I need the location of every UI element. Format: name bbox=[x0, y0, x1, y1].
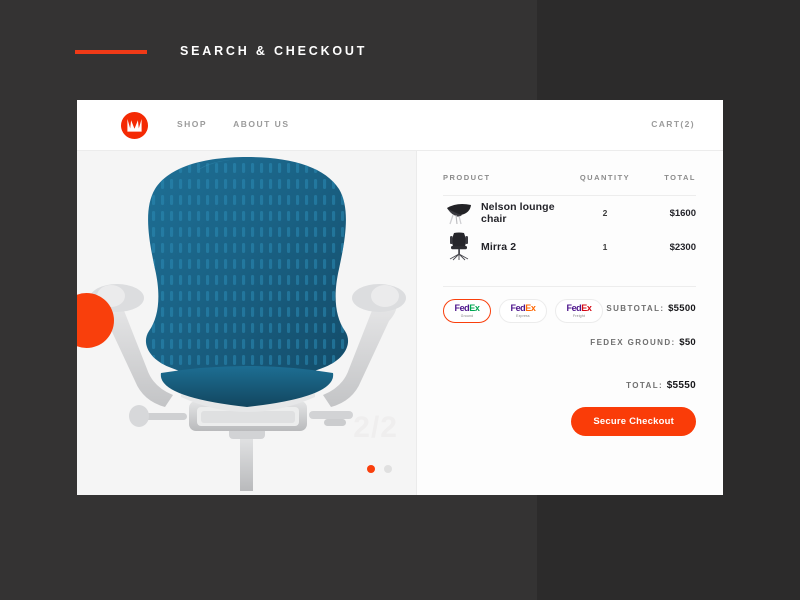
nelson-lounge-chair-thumb-icon bbox=[443, 198, 475, 228]
card-body: 2/2 PRODUCT QUANTITY TOTAL Nelson lounge… bbox=[77, 151, 723, 495]
nav-links: SHOP ABOUT US bbox=[177, 119, 289, 129]
herman-miller-logo-icon[interactable] bbox=[121, 112, 148, 139]
fedex-word-ex: Ex bbox=[525, 302, 536, 313]
cart-pane: PRODUCT QUANTITY TOTAL Nelson lounge cha… bbox=[417, 151, 722, 495]
site-navbar: SHOP ABOUT US CART(2) bbox=[77, 100, 723, 151]
nav-link-shop[interactable]: SHOP bbox=[177, 119, 207, 129]
shipping-option-sublabel: Freight bbox=[573, 314, 585, 319]
cart-summary-divider bbox=[443, 286, 696, 287]
shipping-options: FedEx Ground FedEx Express FedEx Freight bbox=[443, 299, 603, 323]
shipping-label: FEDEX GROUND: bbox=[590, 338, 676, 347]
cart-item-quantity: 2 bbox=[602, 208, 608, 218]
gallery-dot-1[interactable] bbox=[367, 465, 375, 473]
cart-summary: FedEx Ground FedEx Express FedEx Freight… bbox=[417, 299, 722, 436]
slide-counter: 2/2 bbox=[353, 411, 398, 444]
subtotal-value: $5500 bbox=[668, 303, 696, 314]
cart-item-total: $2300 bbox=[669, 241, 696, 253]
banner-accent-rule bbox=[75, 50, 147, 54]
column-header-quantity: QUANTITY bbox=[579, 173, 631, 182]
shipping-line: FEDEX GROUND: $50 bbox=[417, 337, 722, 348]
cart-item-quantity: 1 bbox=[602, 242, 608, 252]
shipping-option-express[interactable]: FedEx Express bbox=[499, 299, 547, 323]
total-value: $5550 bbox=[666, 380, 696, 391]
fedex-word-fed: Fed bbox=[510, 302, 526, 313]
checkout-card: SHOP ABOUT US CART(2) 2/2 PRODUCT QUANTI… bbox=[77, 100, 723, 495]
fedex-word-ex: Ex bbox=[469, 302, 480, 313]
cart-item-name: Nelson lounge chair bbox=[481, 201, 555, 225]
total-label: TOTAL: bbox=[626, 381, 664, 390]
gallery-dots bbox=[367, 465, 392, 473]
table-row[interactable]: Nelson lounge chair 2 $1600 bbox=[443, 196, 696, 230]
fedex-word-fed: Fed bbox=[454, 302, 470, 313]
fedex-express-logo-icon: FedEx bbox=[510, 302, 536, 313]
shipping-value: $50 bbox=[679, 337, 696, 348]
cart-link[interactable]: CART(2) bbox=[651, 119, 695, 129]
cart-item-total: $1600 bbox=[669, 207, 696, 219]
subtotal-label: SUBTOTAL: bbox=[606, 304, 665, 313]
secure-checkout-button[interactable]: Secure Checkout bbox=[571, 407, 696, 436]
gallery-dot-2[interactable] bbox=[384, 465, 392, 473]
cart-table-header: PRODUCT QUANTITY TOTAL bbox=[443, 173, 696, 182]
shipping-option-freight[interactable]: FedEx Freight bbox=[555, 299, 603, 323]
nav-link-about-us[interactable]: ABOUT US bbox=[233, 119, 289, 129]
fedex-freight-logo-icon: FedEx bbox=[566, 302, 592, 313]
shipping-option-sublabel: Express bbox=[516, 314, 530, 319]
shipping-option-ground[interactable]: FedEx Ground bbox=[443, 299, 491, 323]
total-line: TOTAL: $5550 bbox=[417, 380, 722, 391]
fedex-word-ex: Ex bbox=[581, 302, 592, 313]
column-header-total: TOTAL bbox=[664, 173, 696, 182]
product-gallery-pane: 2/2 bbox=[77, 151, 417, 495]
page-banner: SEARCH & CHECKOUT bbox=[0, 0, 800, 100]
table-row[interactable]: Mirra 2 1 $2300 bbox=[443, 230, 696, 264]
column-header-product: PRODUCT bbox=[443, 173, 491, 182]
shipping-option-sublabel: Ground bbox=[460, 314, 474, 319]
page-title: SEARCH & CHECKOUT bbox=[180, 44, 368, 58]
fedex-word-fed: Fed bbox=[566, 302, 582, 313]
checkout-action-area: Secure Checkout bbox=[417, 407, 722, 436]
mirra-2-chair-thumb-icon bbox=[443, 232, 475, 262]
fedex-ground-logo-icon: FedEx bbox=[454, 302, 480, 313]
cart-item-name: Mirra 2 bbox=[481, 241, 517, 253]
